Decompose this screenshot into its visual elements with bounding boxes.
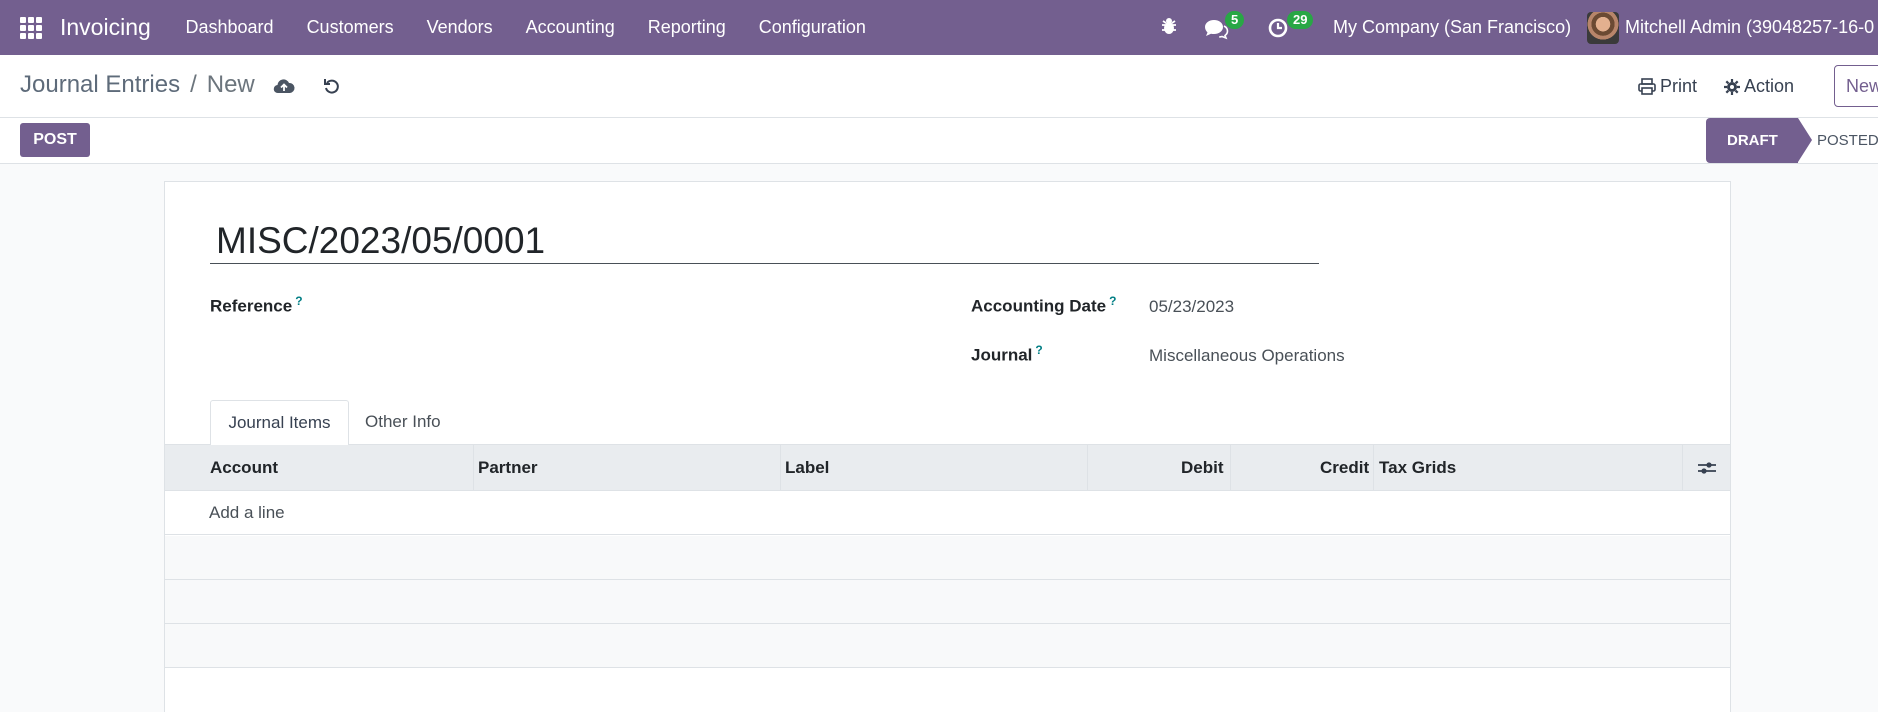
column-separator[interactable] [1682, 445, 1683, 491]
breadcrumb-current: New [206, 71, 255, 98]
journal-label-text: Journal [971, 345, 1033, 365]
print-icon [1638, 78, 1656, 95]
add-line-link[interactable]: Add a line [209, 503, 285, 523]
discard-undo-icon[interactable] [322, 76, 342, 101]
tab-other-info[interactable]: Other Info [365, 400, 441, 446]
table-row [165, 580, 1730, 624]
save-cloud-icon[interactable] [273, 77, 295, 100]
action-button[interactable]: Action [1724, 76, 1794, 97]
journal-items-header: Account Partner Label Debit Credit Tax G… [165, 445, 1730, 491]
optional-columns-toggle-icon[interactable] [1697, 460, 1717, 481]
column-separator[interactable] [780, 445, 781, 491]
action-label: Action [1744, 76, 1795, 96]
breadcrumb: Journal Entries / New [20, 71, 255, 99]
debug-bug-icon[interactable] [1159, 16, 1179, 41]
user-menu[interactable]: Mitchell Admin (39048257-16-0 [1625, 17, 1874, 38]
menu-item-accounting[interactable]: Accounting [509, 17, 631, 38]
journal-label: Journal? [971, 343, 1043, 366]
user-avatar[interactable] [1587, 12, 1619, 44]
menu-item-dashboard[interactable]: Dashboard [169, 17, 290, 38]
tab-journal-items[interactable]: Journal Items [210, 400, 349, 446]
activity-clock-icon[interactable] [1267, 17, 1289, 44]
column-tax-grids[interactable]: Tax Grids [1379, 445, 1456, 491]
main-menu: Dashboard Customers Vendors Accounting R… [169, 0, 882, 55]
breadcrumb-separator: / [190, 71, 197, 98]
new-button[interactable]: New [1834, 65, 1878, 107]
menu-item-reporting[interactable]: Reporting [631, 17, 742, 38]
menu-item-customers[interactable]: Customers [290, 17, 410, 38]
status-bar: POST DRAFT POSTED [0, 118, 1878, 164]
journal-select[interactable]: Miscellaneous Operations [1149, 346, 1345, 366]
top-navbar: Invoicing Dashboard Customers Vendors Ac… [0, 0, 1878, 55]
accounting-date-label: Accounting Date? [971, 294, 1116, 317]
menu-item-configuration[interactable]: Configuration [742, 17, 882, 38]
reference-help-marker[interactable]: ? [295, 294, 302, 308]
company-switcher[interactable]: My Company (San Francisco) [1333, 17, 1571, 38]
table-row: Add a line [165, 491, 1730, 535]
breadcrumb-journal-entries[interactable]: Journal Entries [20, 71, 180, 99]
activities-count-badge: 29 [1287, 11, 1314, 29]
control-panel: Journal Entries / New Print Action New [0, 55, 1878, 118]
column-separator[interactable] [1230, 445, 1231, 491]
column-partner[interactable]: Partner [478, 445, 538, 491]
table-row [165, 624, 1730, 668]
stage-posted[interactable]: POSTED [1817, 118, 1878, 163]
print-label: Print [1660, 76, 1698, 96]
apps-menu-icon[interactable] [20, 17, 42, 39]
print-button[interactable]: Print [1638, 76, 1697, 97]
accounting-date-input[interactable]: 05/23/2023 [1149, 297, 1234, 317]
messages-count-badge: 5 [1225, 11, 1245, 29]
notebook-tabs: Journal Items Other Info [165, 400, 1730, 446]
column-separator[interactable] [473, 445, 474, 491]
app-name[interactable]: Invoicing [60, 14, 151, 41]
column-separator[interactable] [1087, 445, 1088, 491]
accounting-date-label-text: Accounting Date [971, 296, 1107, 316]
column-label[interactable]: Label [785, 445, 829, 491]
accounting-date-help-marker[interactable]: ? [1109, 294, 1116, 308]
reference-label-text: Reference [210, 296, 293, 316]
reference-label: Reference? [210, 294, 303, 317]
column-separator[interactable] [1373, 445, 1374, 491]
post-button[interactable]: POST [20, 123, 90, 157]
form-sheet: MISC/2023/05/0001 Reference? Accounting … [164, 181, 1731, 712]
journal-help-marker[interactable]: ? [1035, 343, 1042, 357]
entry-name-field[interactable]: MISC/2023/05/0001 [210, 219, 1319, 264]
stage-draft[interactable]: DRAFT [1706, 118, 1812, 163]
column-credit[interactable]: Credit [1320, 445, 1369, 491]
column-account[interactable]: Account [210, 445, 278, 491]
menu-item-vendors[interactable]: Vendors [410, 17, 509, 38]
table-row [165, 536, 1730, 580]
column-debit[interactable]: Debit [1181, 445, 1224, 491]
gear-icon [1724, 78, 1740, 95]
